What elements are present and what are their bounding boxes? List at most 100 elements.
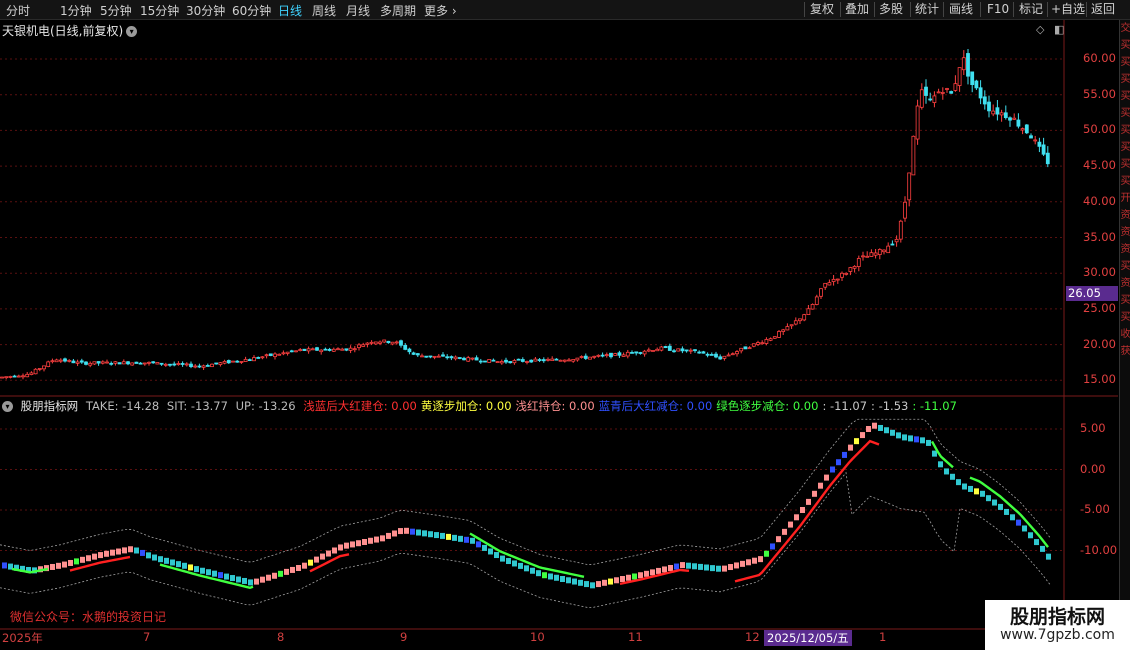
window-toggle-icon[interactable]: ◧: [1054, 23, 1064, 36]
candle-body: [940, 92, 945, 94]
indicator-block: [632, 573, 637, 580]
indicator-block: [656, 567, 661, 574]
candle-body: [302, 348, 307, 351]
sidebar-signal: 收: [1120, 329, 1130, 340]
indicator-block: [464, 536, 469, 543]
candle-body: [478, 360, 483, 363]
candle-body: [277, 353, 282, 356]
sidebar-signal: 买: [1120, 108, 1130, 119]
sidebar-signal: 资: [1120, 244, 1130, 255]
candle-body: [701, 351, 706, 354]
candle-body: [16, 375, 21, 378]
candle-body: [407, 348, 412, 353]
candle-body: [294, 350, 298, 353]
candle-body: [390, 341, 395, 345]
indicator-block: [860, 432, 865, 439]
indicator-name[interactable]: 股朋指标网: [21, 399, 79, 413]
current-date-label: 2025/12/05/五: [764, 630, 852, 646]
candle-body: [928, 98, 933, 101]
candle-body: [193, 365, 198, 368]
sidebar-signal: 买: [1120, 74, 1130, 85]
sidebar-signal: 买: [1120, 261, 1130, 272]
indicator-block: [248, 579, 253, 586]
candle-body: [1008, 117, 1012, 121]
dropdown-icon[interactable]: ▾: [126, 26, 138, 37]
candle-body: [205, 365, 210, 367]
candle-body: [781, 329, 786, 332]
indicator-block: [902, 434, 907, 441]
indicator-block: [488, 548, 493, 555]
candle-body: [159, 362, 164, 365]
indicator-block: [164, 557, 169, 564]
candle-body: [96, 361, 101, 364]
candle-body: [554, 358, 559, 361]
stock-title-bar[interactable]: 天银机电(日线,前复权) ▾: [2, 22, 138, 39]
candle-body: [79, 360, 84, 363]
candle-body: [256, 357, 261, 359]
candle-body: [684, 349, 689, 352]
candle-body: [466, 357, 471, 362]
candle-body: [386, 340, 391, 344]
sit-value: SIT: -13.77: [166, 399, 228, 413]
indicator-block: [944, 468, 949, 475]
candle-body: [415, 353, 420, 356]
candle-body: [12, 375, 17, 378]
right-sidebar[interactable]: 交买买买买买买买买买开资资资买资买买收获: [1119, 20, 1130, 630]
candle-body: [924, 86, 928, 96]
indicator-block: [584, 581, 589, 588]
indicator-block: [1046, 553, 1051, 560]
candle-body: [970, 71, 975, 86]
candle-body: [932, 95, 937, 103]
candle-body: [33, 368, 38, 375]
indicator-block: [1010, 514, 1015, 521]
indicator-block: [116, 548, 121, 555]
candle-body: [247, 359, 252, 362]
indicator-block: [500, 555, 505, 562]
candle-body: [176, 363, 181, 366]
candle-body: [1003, 112, 1008, 119]
indicator-block: [170, 559, 175, 566]
candle-body: [726, 354, 731, 357]
price-axis-label: 55.00: [1083, 86, 1116, 101]
candle-body: [634, 351, 639, 354]
indicator-block: [770, 543, 775, 550]
indicator-block: [380, 535, 385, 542]
indicator-block: [176, 561, 181, 568]
candle-body: [142, 362, 147, 365]
candle-body: [625, 351, 630, 357]
date-axis: 2025年 7 8 9 10 11 12 2025/12/05/五 1: [0, 630, 1118, 650]
sidebar-signal: 资: [1120, 210, 1130, 221]
indicator-dropdown-icon[interactable]: ▾: [2, 401, 13, 412]
candle-body: [550, 358, 555, 362]
indicator-block: [776, 536, 781, 543]
indicator-block: [626, 574, 631, 581]
indicator-block: [794, 514, 799, 521]
candle-body: [533, 358, 538, 362]
diamond-icon[interactable]: ◇: [1036, 23, 1044, 36]
sidebar-signal: 买: [1120, 312, 1130, 323]
candle-body: [512, 360, 517, 364]
candle-body: [499, 361, 504, 364]
candle-body: [541, 359, 546, 362]
sidebar-signal: 买: [1120, 142, 1130, 153]
indicator-block: [698, 563, 703, 570]
candle-body: [403, 344, 408, 350]
candle-body: [373, 341, 378, 345]
candle-body: [739, 347, 744, 352]
stock-chart[interactable]: [0, 0, 1130, 650]
candle-body: [4, 376, 9, 379]
candle-body: [1024, 124, 1029, 134]
candle-body: [222, 360, 227, 364]
candle-body: [46, 361, 51, 367]
indicator-item-5: : -11.07: [822, 399, 868, 413]
indicator-block: [572, 578, 577, 585]
candle-body: [453, 356, 458, 360]
candle-body: [827, 282, 832, 286]
candle-body: [558, 359, 563, 362]
candle-body: [151, 361, 156, 364]
candle-body: [42, 365, 46, 370]
candle-body: [126, 361, 130, 365]
date-label: 2025年: [2, 631, 43, 645]
candle-body: [789, 324, 794, 327]
indicator-block: [92, 553, 97, 560]
